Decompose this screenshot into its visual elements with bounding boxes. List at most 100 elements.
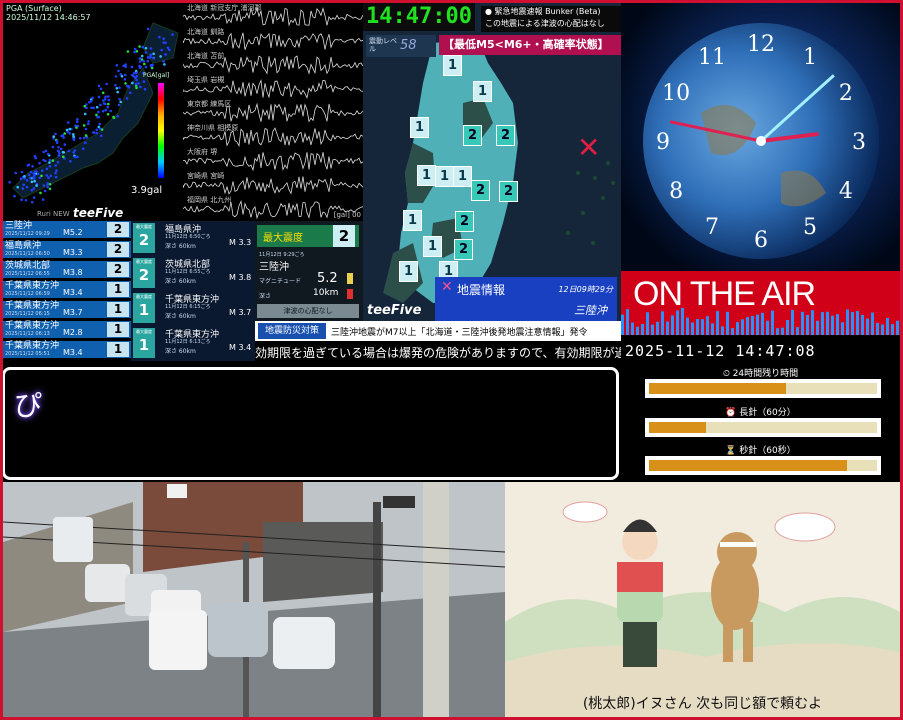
- pga-station-dot: [171, 33, 174, 36]
- pga-station-dot: [107, 98, 111, 102]
- pga-station-dot: [84, 141, 87, 145]
- pga-station-dot: [124, 73, 127, 77]
- audio-bar: [886, 318, 889, 335]
- pga-scale-title: PGA[gal]: [143, 72, 170, 79]
- intensity-badge: 1: [435, 166, 454, 187]
- pga-station-dot: [58, 152, 61, 155]
- pga-station-dot: [95, 105, 99, 109]
- quake-history-mag: M5.2: [63, 228, 83, 237]
- quake-history-row[interactable]: 茨城県北部 2025/11/12 06:55 M3.8 2: [3, 261, 131, 278]
- detail-shindo-value: 1: [138, 336, 150, 354]
- clock-numeral: 7: [705, 215, 719, 240]
- pga-station-dot: [48, 187, 52, 191]
- pga-station-dot: [83, 112, 87, 116]
- quake-history-shindo: 2: [107, 262, 129, 277]
- pga-station-dot: [146, 59, 149, 63]
- pga-gal: 3.9gal: [131, 185, 163, 196]
- pga-station-dot: [55, 169, 58, 172]
- pga-station-dot: [30, 189, 34, 192]
- pga-station-dot: [82, 124, 86, 127]
- pga-station-dot: [97, 84, 101, 88]
- pga-station-dot: [28, 176, 32, 180]
- waveform-unit: [gal] 00: [333, 211, 361, 219]
- pga-station-dot: [143, 87, 147, 91]
- quake-history-row[interactable]: 三陸沖 2025/11/12 09:29 M5.2 2: [3, 221, 131, 238]
- pga-station-dot: [162, 60, 165, 63]
- pga-station-dot: [54, 171, 57, 175]
- audio-bar: [741, 319, 744, 335]
- max-intensity-header: 最大震度 2: [257, 225, 359, 247]
- audio-bar: [676, 310, 679, 335]
- audio-bar: [871, 312, 874, 335]
- quake-history-row[interactable]: 千葉県東方沖 2025/11/12 06:15 M3.7 1: [3, 301, 131, 318]
- quake-detail-item[interactable]: 最大震度 1 千葉県東方沖 11月12日 6:15ごろ 深さ 60km M 3.7: [131, 291, 255, 325]
- quake-detail-item[interactable]: 最大震度 2 茨城県北部 11月12日 6:55ごろ 深さ 60km M 3.8: [131, 256, 255, 290]
- pga-station-dot: [8, 181, 11, 184]
- pga-station-dot: [14, 171, 17, 175]
- pga-station-dot: [137, 82, 140, 85]
- audio-bar: [646, 312, 649, 335]
- audio-bar: [706, 316, 709, 335]
- anime-feed: (桃太郎)イヌさん 次も同じ額で頼むよ: [505, 482, 900, 717]
- clock-numeral: 12: [747, 32, 775, 57]
- waveform-panel: 北海道 新冠支庁 浦河郡 北海道 釧路 北海道 苫前 埼玉県 岩槻 東京都 練馬区 神奈川…: [183, 3, 363, 221]
- quake-history-row[interactable]: 福島県沖 2025/11/12 06:50 M3.3 2: [3, 241, 131, 258]
- quake-history-mag: M3.8: [63, 268, 83, 277]
- pga-station-dot: [43, 189, 47, 193]
- audio-bar: [701, 319, 704, 335]
- intensity-badge: 2: [455, 211, 474, 232]
- quake-history-row[interactable]: 千葉県東方沖 2025/11/12 06:13 M2.8 1: [3, 321, 131, 338]
- pga-station-dot: [59, 147, 63, 151]
- max-intensity-value: 2: [333, 225, 355, 247]
- detail-time: 11月12日 6:13ごろ: [165, 339, 211, 345]
- pga-station-dot: [34, 170, 37, 174]
- quake-history-date: 2025/11/12 05:51: [5, 351, 50, 357]
- pga-station-dot: [73, 149, 77, 152]
- audio-bar: [711, 323, 714, 335]
- pga-station-dot: [101, 109, 105, 113]
- quake-history-area: 千葉県東方沖: [5, 281, 60, 291]
- pga-station-dot: [97, 110, 100, 114]
- quake-detail-item[interactable]: 最大震度 1 千葉県東方沖 11月12日 6:13ごろ 深さ 60km M 3.4: [131, 326, 255, 360]
- pga-station-dot: [54, 175, 58, 179]
- pga-station-dot: [114, 75, 118, 78]
- audio-bar: [816, 320, 819, 335]
- quake-history-date: 2025/11/12 06:15: [5, 311, 50, 317]
- quake-history-shindo: 1: [107, 322, 129, 337]
- pga-station-dot: [48, 158, 52, 162]
- waveform-station-label: 福岡県 北九州: [187, 196, 232, 204]
- audio-bars: [621, 308, 899, 335]
- news-ticker: 効期限を過ぎている場合は爆発の危険がありますので、有効期限が過ぎた: [255, 341, 621, 363]
- detail-shindo-badge: 最大震度 2: [133, 223, 155, 253]
- pga-station-dot: [19, 177, 23, 180]
- audio-bar: [791, 309, 794, 335]
- pga-station-dot: [138, 64, 141, 68]
- street-camera-feed: [3, 482, 505, 717]
- waveform-row: 東京都 練馬区: [183, 99, 363, 123]
- shaking-level-value: 58: [400, 38, 417, 53]
- quake-history-row[interactable]: 千葉県東方沖 2025/11/12 05:51 M3.4 1: [3, 341, 131, 358]
- waveform-station-label: 埼玉県 岩槻: [187, 76, 225, 84]
- pga-station-dot: [158, 35, 161, 39]
- pga-station-dot: [95, 128, 98, 132]
- quake-history-mag: M3.4: [63, 288, 83, 297]
- audio-bar: [881, 324, 884, 335]
- max-intensity-label: 最大震度: [263, 233, 303, 244]
- pga-station-dot: [49, 174, 53, 178]
- quake-detail-item[interactable]: 最大震度 2 福島県沖 11月12日 6:50ごろ 深さ 60km M 3.3: [131, 221, 255, 255]
- max-area: 三陸沖: [259, 262, 289, 273]
- detail-time: 11月12日 6:50ごろ: [165, 234, 211, 240]
- audio-bar: [801, 311, 804, 335]
- anime-subtitle: (桃太郎)イヌさん 次も同じ額で頼むよ: [582, 696, 823, 712]
- pga-station-dot: [76, 124, 80, 128]
- audio-bar: [631, 322, 634, 335]
- pga-station-dot: [35, 184, 38, 187]
- quake-history-mag: M3.7: [63, 308, 83, 317]
- waveform-row: 神奈川県 相模原: [183, 123, 363, 148]
- chat-text: ぴ: [14, 389, 43, 422]
- depth-value: 10km: [313, 288, 339, 298]
- pga-station-dot: [51, 145, 55, 149]
- pga-station-dot: [57, 154, 61, 157]
- quake-history-row[interactable]: 千葉県東方沖 2025/11/12 06:59 M3.4 1: [3, 281, 131, 298]
- audio-bar: [766, 320, 769, 335]
